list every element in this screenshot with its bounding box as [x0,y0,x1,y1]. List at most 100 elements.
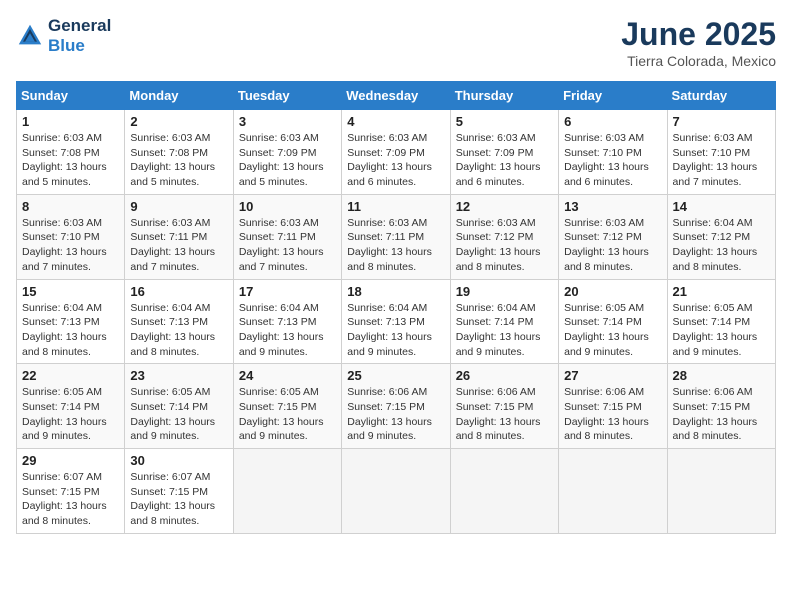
day-detail: Sunrise: 6:04 AMSunset: 7:13 PMDaylight:… [347,301,444,360]
logo-line2: Blue [48,36,111,56]
calendar-cell: 15 Sunrise: 6:04 AMSunset: 7:13 PMDayligh… [17,279,125,364]
day-detail: Sunrise: 6:03 AMSunset: 7:11 PMDaylight:… [239,216,336,275]
logo-icon [16,22,44,50]
calendar-cell: 13Sunrise: 6:03 AMSunset: 7:12 PMDayligh… [559,194,667,279]
day-number: 10 [239,199,336,214]
calendar-cell [233,449,341,534]
calendar-week-row: 15 Sunrise: 6:04 AMSunset: 7:13 PMDayligh… [17,279,776,364]
day-number: 26 [456,368,553,383]
day-detail: Sunrise: 6:04 AMSunset: 7:13 PMDaylight:… [22,301,119,360]
day-detail: Sunrise: 6:05 AMSunset: 7:14 PMDaylight:… [22,385,119,444]
calendar-cell: 7 Sunrise: 6:03 AMSunset: 7:10 PMDaylight… [667,110,775,195]
day-number: 23 [130,368,227,383]
day-number: 25 [347,368,444,383]
calendar-cell [450,449,558,534]
calendar-cell: 16 Sunrise: 6:04 AMSunset: 7:13 PMDayligh… [125,279,233,364]
day-number: 15 [22,284,119,299]
weekday-header: Monday [125,82,233,110]
month-title: June 2025 [621,16,776,53]
day-number: 21 [673,284,770,299]
calendar-cell: 6 Sunrise: 6:03 AMSunset: 7:10 PMDaylight… [559,110,667,195]
calendar-table: SundayMondayTuesdayWednesdayThursdayFrid… [16,81,776,534]
day-detail: Sunrise: 6:05 AMSunset: 7:14 PMDaylight:… [673,301,770,360]
day-number: 29 [22,453,119,468]
calendar-cell: 23 Sunrise: 6:05 AMSunset: 7:14 PMDayligh… [125,364,233,449]
day-number: 4 [347,114,444,129]
calendar-cell: 11Sunrise: 6:03 AMSunset: 7:11 PMDayligh… [342,194,450,279]
weekday-header: Thursday [450,82,558,110]
location-title: Tierra Colorada, Mexico [621,53,776,69]
calendar-cell: 3 Sunrise: 6:03 AMSunset: 7:09 PMDaylight… [233,110,341,195]
day-number: 7 [673,114,770,129]
day-number: 16 [130,284,227,299]
day-number: 20 [564,284,661,299]
logo: General Blue [16,16,111,55]
calendar-week-row: 29 Sunrise: 6:07 AMSunset: 7:15 PMDayligh… [17,449,776,534]
calendar-cell: 24 Sunrise: 6:05 AMSunset: 7:15 PMDayligh… [233,364,341,449]
logo-line1: General [48,16,111,36]
weekday-header: Saturday [667,82,775,110]
day-detail: Sunrise: 6:03 AMSunset: 7:10 PMDaylight:… [564,131,661,190]
calendar-week-row: 8 Sunrise: 6:03 AMSunset: 7:10 PMDaylight… [17,194,776,279]
day-number: 17 [239,284,336,299]
day-detail: Sunrise: 6:06 AMSunset: 7:15 PMDaylight:… [564,385,661,444]
calendar-week-row: 1Sunrise: 6:03 AMSunset: 7:08 PMDaylight… [17,110,776,195]
day-number: 3 [239,114,336,129]
day-detail: Sunrise: 6:06 AMSunset: 7:15 PMDaylight:… [347,385,444,444]
day-number: 9 [130,199,227,214]
calendar-cell: 10 Sunrise: 6:03 AMSunset: 7:11 PMDayligh… [233,194,341,279]
page-header: General Blue June 2025 Tierra Colorada, … [16,16,776,69]
day-detail: Sunrise: 6:04 AMSunset: 7:14 PMDaylight:… [456,301,553,360]
day-detail: Sunrise: 6:05 AMSunset: 7:14 PMDaylight:… [130,385,227,444]
calendar-cell: 22 Sunrise: 6:05 AMSunset: 7:14 PMDayligh… [17,364,125,449]
day-detail: Sunrise: 6:03 AMSunset: 7:10 PMDaylight:… [22,216,119,275]
weekday-header: Tuesday [233,82,341,110]
day-detail: Sunrise: 6:05 AMSunset: 7:15 PMDaylight:… [239,385,336,444]
calendar-week-row: 22 Sunrise: 6:05 AMSunset: 7:14 PMDayligh… [17,364,776,449]
calendar-cell [559,449,667,534]
day-detail: Sunrise: 6:04 AMSunset: 7:12 PMDaylight:… [673,216,770,275]
calendar-cell: 17 Sunrise: 6:04 AMSunset: 7:13 PMDayligh… [233,279,341,364]
day-number: 8 [22,199,119,214]
day-number: 27 [564,368,661,383]
day-detail: Sunrise: 6:03 AMSunset: 7:10 PMDaylight:… [673,131,770,190]
day-detail: Sunrise: 6:03 AMSunset: 7:09 PMDaylight:… [239,131,336,190]
day-detail: Sunrise: 6:03 AMSunset: 7:11 PMDaylight:… [347,216,444,275]
weekday-header: Friday [559,82,667,110]
calendar-cell: 1Sunrise: 6:03 AMSunset: 7:08 PMDaylight… [17,110,125,195]
day-detail: Sunrise: 6:03 AMSunset: 7:11 PMDaylight:… [130,216,227,275]
day-detail: Sunrise: 6:03 AMSunset: 7:08 PMDaylight:… [22,131,119,190]
day-number: 6 [564,114,661,129]
day-detail: Sunrise: 6:03 AMSunset: 7:09 PMDaylight:… [347,131,444,190]
day-detail: Sunrise: 6:03 AMSunset: 7:12 PMDaylight:… [564,216,661,275]
weekday-header-row: SundayMondayTuesdayWednesdayThursdayFrid… [17,82,776,110]
day-detail: Sunrise: 6:05 AMSunset: 7:14 PMDaylight:… [564,301,661,360]
day-number: 22 [22,368,119,383]
day-detail: Sunrise: 6:04 AMSunset: 7:13 PMDaylight:… [239,301,336,360]
weekday-header: Wednesday [342,82,450,110]
day-number: 5 [456,114,553,129]
calendar-cell: 28 Sunrise: 6:06 AMSunset: 7:15 PMDayligh… [667,364,775,449]
calendar-cell [667,449,775,534]
calendar-cell: 9 Sunrise: 6:03 AMSunset: 7:11 PMDaylight… [125,194,233,279]
calendar-cell: 4 Sunrise: 6:03 AMSunset: 7:09 PMDaylight… [342,110,450,195]
day-detail: Sunrise: 6:07 AMSunset: 7:15 PMDaylight:… [130,470,227,529]
calendar-cell: 21 Sunrise: 6:05 AMSunset: 7:14 PMDayligh… [667,279,775,364]
day-detail: Sunrise: 6:03 AMSunset: 7:12 PMDaylight:… [456,216,553,275]
calendar-cell: 5 Sunrise: 6:03 AMSunset: 7:09 PMDaylight… [450,110,558,195]
day-number: 24 [239,368,336,383]
calendar-cell: 18Sunrise: 6:04 AMSunset: 7:13 PMDayligh… [342,279,450,364]
calendar-cell: 29Sunrise: 6:07 AMSunset: 7:15 PMDayligh… [17,449,125,534]
calendar-cell: 30Sunrise: 6:07 AMSunset: 7:15 PMDayligh… [125,449,233,534]
day-number: 19 [456,284,553,299]
day-number: 28 [673,368,770,383]
day-detail: Sunrise: 6:04 AMSunset: 7:13 PMDaylight:… [130,301,227,360]
day-number: 12 [456,199,553,214]
day-detail: Sunrise: 6:06 AMSunset: 7:15 PMDaylight:… [456,385,553,444]
weekday-header: Sunday [17,82,125,110]
calendar-cell: 27 Sunrise: 6:06 AMSunset: 7:15 PMDayligh… [559,364,667,449]
day-number: 2 [130,114,227,129]
day-detail: Sunrise: 6:06 AMSunset: 7:15 PMDaylight:… [673,385,770,444]
logo-text: General Blue [48,16,111,55]
day-detail: Sunrise: 6:03 AMSunset: 7:09 PMDaylight:… [456,131,553,190]
